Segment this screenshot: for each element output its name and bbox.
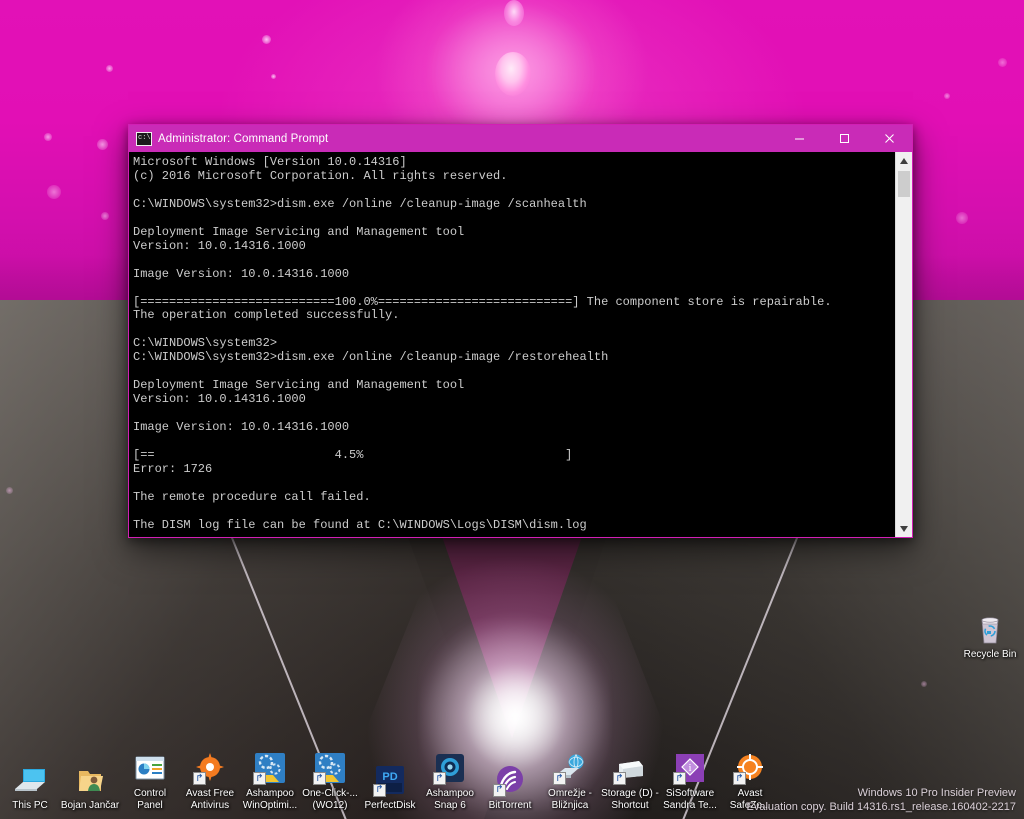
watermark-line-1: Windows 10 Pro Insider Preview xyxy=(857,787,1016,799)
desktop-icon-recycle-bin[interactable]: Recycle Bin xyxy=(960,612,1020,660)
window-title: Administrator: Command Prompt xyxy=(158,132,329,145)
shortcut-arrow-icon: ↱ xyxy=(253,772,266,785)
windows-watermark: Windows 10 Pro Insider Preview Evaluatio… xyxy=(747,786,1017,814)
console-area[interactable]: Microsoft Windows [Version 10.0.14316] (… xyxy=(129,152,912,537)
desktop-icon[interactable]: ↱ Omrežje - Bližnjica xyxy=(540,751,600,811)
svg-text:i: i xyxy=(688,762,691,774)
desktop-icon-label: Avast Free Antivirus xyxy=(185,788,235,811)
shortcut-arrow-icon: ↱ xyxy=(613,772,626,785)
desktop-icon-label: Omrežje - Bližnjica xyxy=(548,788,592,811)
desktop-icon-label: Bojan Jančar xyxy=(60,799,120,811)
desktop-icon[interactable]: Bojan Jančar xyxy=(60,763,120,812)
desktop-icon[interactable]: ↱ Ashampoo WinOptimi... xyxy=(240,751,300,811)
bittorrent-icon: ↱ xyxy=(493,763,527,797)
desktop-icon[interactable]: ↱ Storage (D) - Shortcut xyxy=(600,751,660,811)
desktop-icon-label: Storage (D) - Shortcut xyxy=(601,788,659,811)
wallpaper-orb xyxy=(495,52,531,96)
desktop-icon[interactable]: Control Panel xyxy=(120,751,180,811)
desktop-icon-label: Ashampoo WinOptimi... xyxy=(242,788,298,811)
console-icon xyxy=(136,131,152,146)
desktop-icon[interactable]: ↱ BitTorrent xyxy=(480,763,540,812)
console-scrollbar[interactable] xyxy=(895,152,912,537)
maximize-button[interactable] xyxy=(822,125,867,152)
desktop-icon[interactable]: i ↱ SiSoftware Sandra Te... xyxy=(660,751,720,811)
scrollbar-up-arrow[interactable] xyxy=(896,152,913,169)
desktop-icon-label: BitTorrent xyxy=(488,799,532,811)
avast-safezone-icon: ↱ xyxy=(733,751,767,785)
scrollbar-thumb[interactable] xyxy=(898,171,910,197)
command-prompt-window[interactable]: Administrator: Command Prompt Microsoft … xyxy=(128,124,913,538)
wallpaper-orb-small xyxy=(504,0,524,26)
window-titlebar[interactable]: Administrator: Command Prompt xyxy=(129,125,912,152)
desktop-icon-label: SiSoftware Sandra Te... xyxy=(663,788,717,811)
avast-icon: ↱ xyxy=(193,751,227,785)
desktop-icon-label: Recycle Bin xyxy=(963,649,1017,660)
desktop[interactable]: This PC Bojan Jančar Control Panel ↱ Avast F… xyxy=(0,0,1024,819)
shortcut-arrow-icon: ↱ xyxy=(373,783,386,797)
one-click-wo12-icon: ↱ xyxy=(313,751,347,785)
minimize-button[interactable] xyxy=(777,125,822,152)
perfectdisk-icon: PD ↱ xyxy=(373,763,407,797)
shortcut-arrow-icon: ↱ xyxy=(673,772,686,785)
shortcut-arrow-icon: ↱ xyxy=(733,772,746,785)
desktop-icon[interactable]: PD ↱ PerfectDisk xyxy=(360,763,420,812)
ashampoo-winoptimizer-icon: ↱ xyxy=(253,751,287,785)
scrollbar-down-arrow[interactable] xyxy=(896,520,913,537)
desktop-icon-row: This PC Bojan Jančar Control Panel ↱ Avast F… xyxy=(0,751,790,811)
desktop-icon[interactable]: ↱ One-Click-... (WO12) xyxy=(300,751,360,811)
desktop-icon-label: PerfectDisk xyxy=(364,799,416,811)
desktop-icon-label: Ashampoo Snap 6 xyxy=(426,788,474,811)
console-output[interactable]: Microsoft Windows [Version 10.0.14316] (… xyxy=(129,152,895,537)
user-folder-icon xyxy=(73,763,107,797)
desktop-icon[interactable]: ↱ Avast Free Antivirus xyxy=(180,751,240,811)
sisoftware-sandra-icon: i ↱ xyxy=(673,751,707,785)
desktop-icon[interactable]: ↱ Ashampoo Snap 6 xyxy=(420,751,480,811)
this-pc-icon xyxy=(13,763,47,797)
shortcut-arrow-icon: ↱ xyxy=(313,772,326,785)
desktop-icon-label: This PC xyxy=(12,799,48,811)
shortcut-arrow-icon: ↱ xyxy=(193,772,206,785)
watermark-line-2: Evaluation copy. Build 14316.rs1_release… xyxy=(746,801,1017,813)
close-button[interactable] xyxy=(867,125,912,152)
desktop-icon-label: One-Click-... (WO12) xyxy=(302,788,358,811)
desktop-icon-label: Control Panel xyxy=(133,788,167,811)
control-panel-icon xyxy=(133,751,167,785)
shortcut-arrow-icon: ↱ xyxy=(493,783,506,797)
recycle-bin-icon xyxy=(973,612,1007,646)
desktop-icon[interactable]: This PC xyxy=(0,763,60,812)
svg-text:PD: PD xyxy=(382,771,397,783)
drive-shortcut-icon: ↱ xyxy=(613,751,647,785)
network-shortcut-icon: ↱ xyxy=(553,751,587,785)
scrollbar-track[interactable] xyxy=(896,169,912,520)
shortcut-arrow-icon: ↱ xyxy=(553,772,566,785)
ashampoo-snap-icon: ↱ xyxy=(433,751,467,785)
shortcut-arrow-icon: ↱ xyxy=(433,772,446,785)
